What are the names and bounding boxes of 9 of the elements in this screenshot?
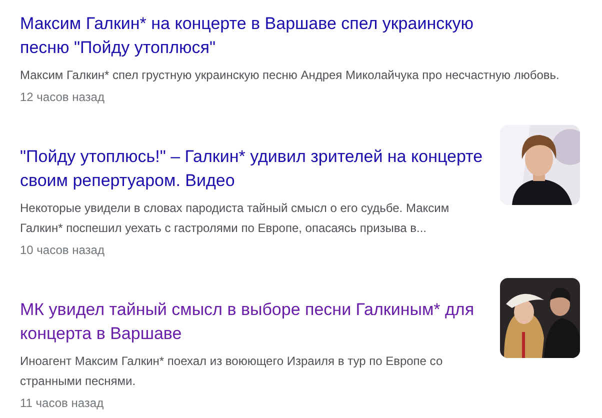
timestamp: 12 часов назад xyxy=(20,89,106,105)
article-snippet: Некоторые увидели в словах пародиста тайный смысл о его судьбе. Максим Галкин* поспешил уехать с гастролями по Европе, опасаясь призыва в... xyxy=(20,200,450,237)
article-snippet: Иноагент Максим Галкин* поехал из воюющего Израиля в тур по Европе со странными песнями. xyxy=(20,353,444,390)
headline-link[interactable]: Максим Галкин* на концерте в Варшаве спел украинскую песню "Пойду утоплюся" xyxy=(20,12,510,60)
headline-link[interactable]: МК увидел тайный смысл в выборе песни Галкиным* для концерта в Варшаве xyxy=(20,298,488,346)
headline-link[interactable]: "Пойду утоплюсь!" – Галкин* удивил зрителей на концерте своим репертуаром. Видео xyxy=(20,145,488,193)
timestamp: 11 часов назад xyxy=(20,395,105,411)
article-snippet: Максим Галкин* спел грустную украинскую песню Андрея Миколайчука про несчастную любовь. xyxy=(20,67,560,84)
timestamp: 10 часов назад xyxy=(20,242,106,258)
